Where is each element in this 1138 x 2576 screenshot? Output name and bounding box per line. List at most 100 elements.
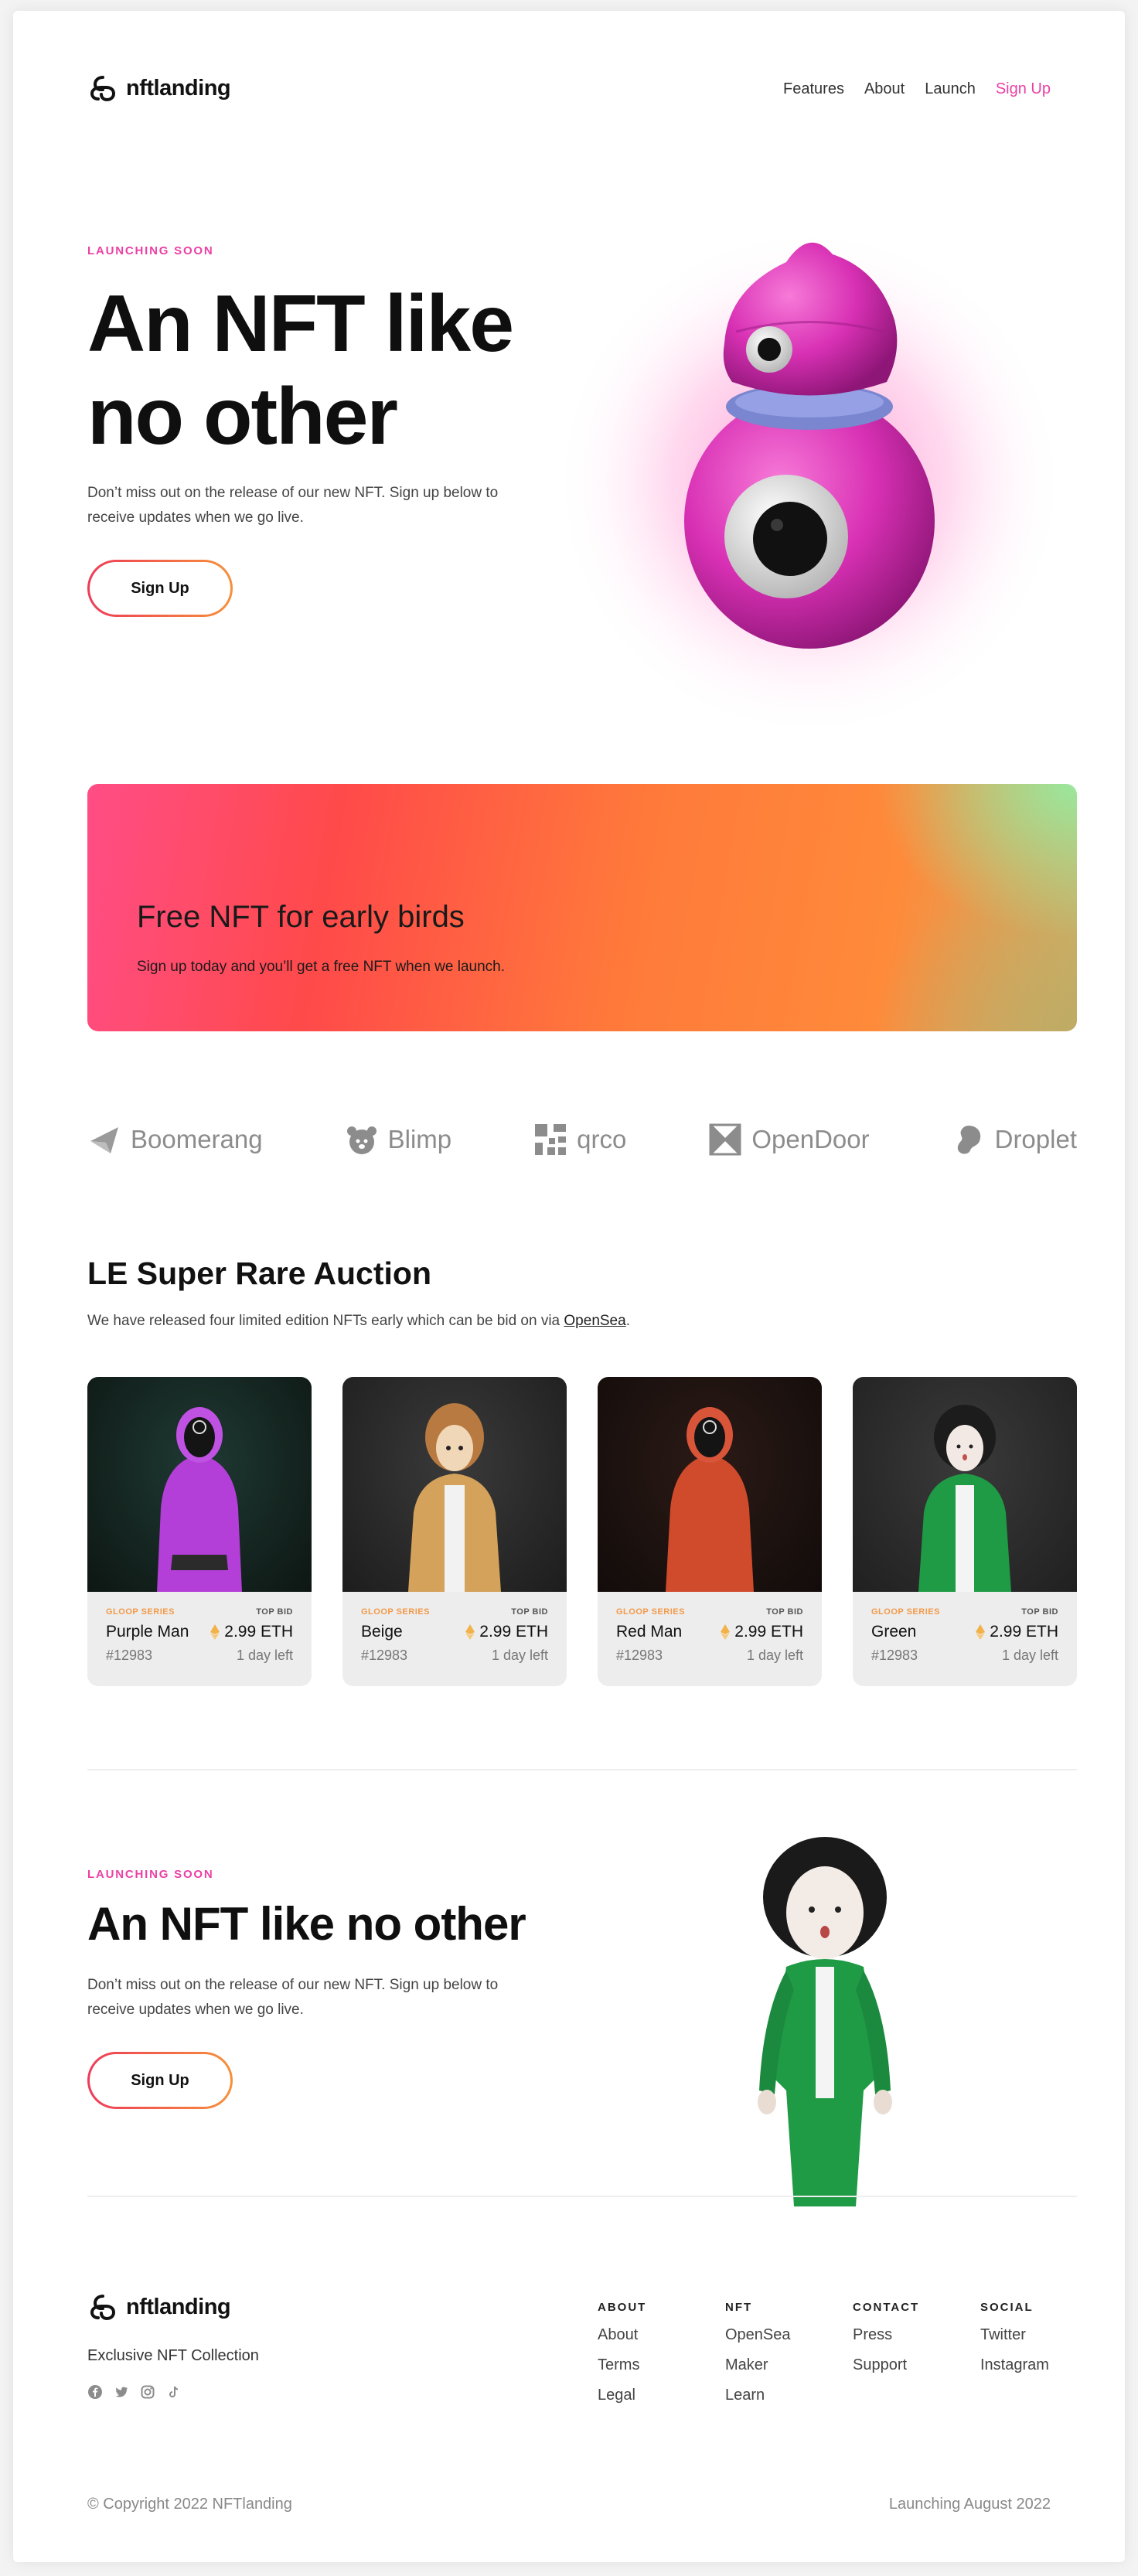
footer-divider [87,2196,1077,2197]
footer-link-twitter[interactable]: Twitter [980,2326,1049,2344]
droplet-icon [957,1126,980,1154]
nft-image [87,1377,312,1592]
series-label: GLOOP SERIES [106,1607,175,1617]
price-value: 2.99 ETH [479,1623,548,1641]
nft-name: Green [871,1623,917,1641]
partner-qrco: qrco [533,1123,626,1157]
nft-name: Red Man [616,1623,683,1641]
footer-col-title: SOCIAL [980,2301,1034,2314]
nft-card-info: GLOOP SERIES TOP BID Beige 2.99 ETH #1298… [361,1607,548,1664]
logo-text: nftlanding [126,2294,231,2319]
nav-about[interactable]: About [864,80,905,98]
logo-mark-icon [90,2295,116,2321]
series-label: GLOOP SERIES [871,1607,940,1617]
auction-title: LE Super Rare Auction [87,1256,431,1291]
footer-col-title: CONTACT [853,2301,920,2314]
cta-title: An NFT like no other [87,1898,526,1950]
hero-description: Don’t miss out on the release of our new… [87,485,499,526]
footer-link-press[interactable]: Press [853,2326,919,2344]
footer-link-legal[interactable]: Legal [598,2387,646,2404]
opensea-link[interactable]: OpenSea [564,1313,625,1329]
price-value: 2.99 ETH [224,1623,293,1641]
nft-card-info: GLOOP SERIES TOP BID Green 2.99 ETH #1298… [871,1607,1058,1664]
footer-col-social: SOCIAL Twitter Instagram [980,2301,1049,2374]
partner-name: Droplet [994,1125,1077,1153]
nft-id: #12983 [616,1647,663,1663]
partner-name: OpenDoor [751,1125,870,1153]
hero-nft-illustration [554,196,1080,753]
footer-col-title: ABOUT [598,2301,647,2314]
nft-image [853,1377,1077,1592]
qr-icon [535,1124,567,1155]
footer-col-about: ABOUT About Terms Legal [598,2301,646,2404]
nft-name: Purple Man [106,1623,189,1641]
nav-launch[interactable]: Launch [925,80,976,98]
footer-logo[interactable]: nftlanding [87,2291,231,2322]
nav-features[interactable]: Features [783,80,844,98]
footer-col-contact: CONTACT Press Support [853,2301,919,2374]
footer-link-support[interactable]: Support [853,2356,919,2374]
partner-opendoor: OpenDoor [708,1123,870,1157]
twitter-icon[interactable] [114,2384,129,2400]
series-label: GLOOP SERIES [361,1607,430,1617]
partner-boomerang: Boomerang [87,1123,263,1157]
ethereum-icon [465,1624,475,1640]
cta-signup-button[interactable]: Sign Up [87,2052,233,2109]
nft-image [342,1377,567,1592]
nft-price: 2.99 ETH [465,1623,548,1641]
instagram-icon[interactable] [140,2384,155,2400]
footer-link-terms[interactable]: Terms [598,2356,646,2374]
footer-col-nft: NFT OpenSea Maker Learn [725,2301,791,2404]
nft-card-purple-man[interactable]: GLOOP SERIES TOP BID Purple Man 2.99 ETH … [87,1377,312,1686]
top-bid-label: TOP BID [766,1607,803,1617]
ethereum-icon [210,1624,220,1640]
cta-description: Don’t miss out on the release of our new… [87,1977,499,2018]
footer-link-learn[interactable]: Learn [725,2387,791,2404]
early-bird-banner: Free NFT for early birds Sign up today a… [87,784,1077,1031]
door-icon [709,1123,741,1156]
footer-link-instagram[interactable]: Instagram [980,2356,1049,2374]
nav-signup[interactable]: Sign Up [996,80,1051,98]
partner-blimp: Blimp [345,1123,452,1157]
banner-title: Free NFT for early birds [137,900,465,934]
nft-id: #12983 [361,1647,408,1663]
cta-signup-label: Sign Up [90,2054,230,2107]
cta-eyebrow: LAUNCHING SOON [87,1868,214,1881]
nft-card-grid: GLOOP SERIES TOP BID Purple Man 2.99 ETH … [87,1377,1077,1686]
logo-mark-icon [90,76,116,102]
partner-name: Blimp [387,1125,452,1153]
top-bid-label: TOP BID [256,1607,293,1617]
site-logo[interactable]: nftlanding [87,73,231,104]
hero-eyebrow: LAUNCHING SOON [87,244,214,257]
nft-id: #12983 [106,1647,153,1663]
nft-card-beige[interactable]: GLOOP SERIES TOP BID Beige 2.99 ETH #1298… [342,1377,567,1686]
nft-card-green[interactable]: GLOOP SERIES TOP BID Green 2.99 ETH #1298… [853,1377,1077,1686]
nft-card-info: GLOOP SERIES TOP BID Purple Man 2.99 ETH … [106,1607,293,1664]
price-value: 2.99 ETH [990,1623,1058,1641]
nft-card-red-man[interactable]: GLOOP SERIES TOP BID Red Man 2.99 ETH #12… [598,1377,822,1686]
banner-subtitle: Sign up today and you’ll get a free NFT … [137,959,505,975]
boomerang-icon [90,1127,118,1153]
hero-signup-button[interactable]: Sign Up [87,560,233,617]
hero-title: An NFT like no other [87,279,514,462]
footer-tagline: Exclusive NFT Collection [87,2347,259,2364]
top-bid-label: TOP BID [511,1607,548,1617]
auction-desc-end: . [625,1313,630,1329]
section-divider [87,1769,1077,1770]
auction-description: We have released four limited edition NF… [87,1313,630,1330]
footer-col-title: NFT [725,2301,753,2314]
footer-link-opensea[interactable]: OpenSea [725,2326,791,2344]
partner-droplet: Droplet [952,1123,1077,1157]
bear-icon [346,1126,376,1154]
time-left: 1 day left [746,1647,803,1663]
copyright-text: © Copyright 2022 NFTlanding [87,2496,292,2513]
hero-signup-label: Sign Up [90,562,230,615]
nft-name: Beige [361,1623,403,1641]
footer-link-maker[interactable]: Maker [725,2356,791,2374]
top-bid-label: TOP BID [1021,1607,1058,1617]
footer-social-icons [87,2384,182,2400]
ethereum-icon [976,1624,986,1640]
footer-link-about[interactable]: About [598,2326,646,2344]
tiktok-icon[interactable] [166,2384,182,2400]
facebook-icon[interactable] [87,2384,103,2400]
